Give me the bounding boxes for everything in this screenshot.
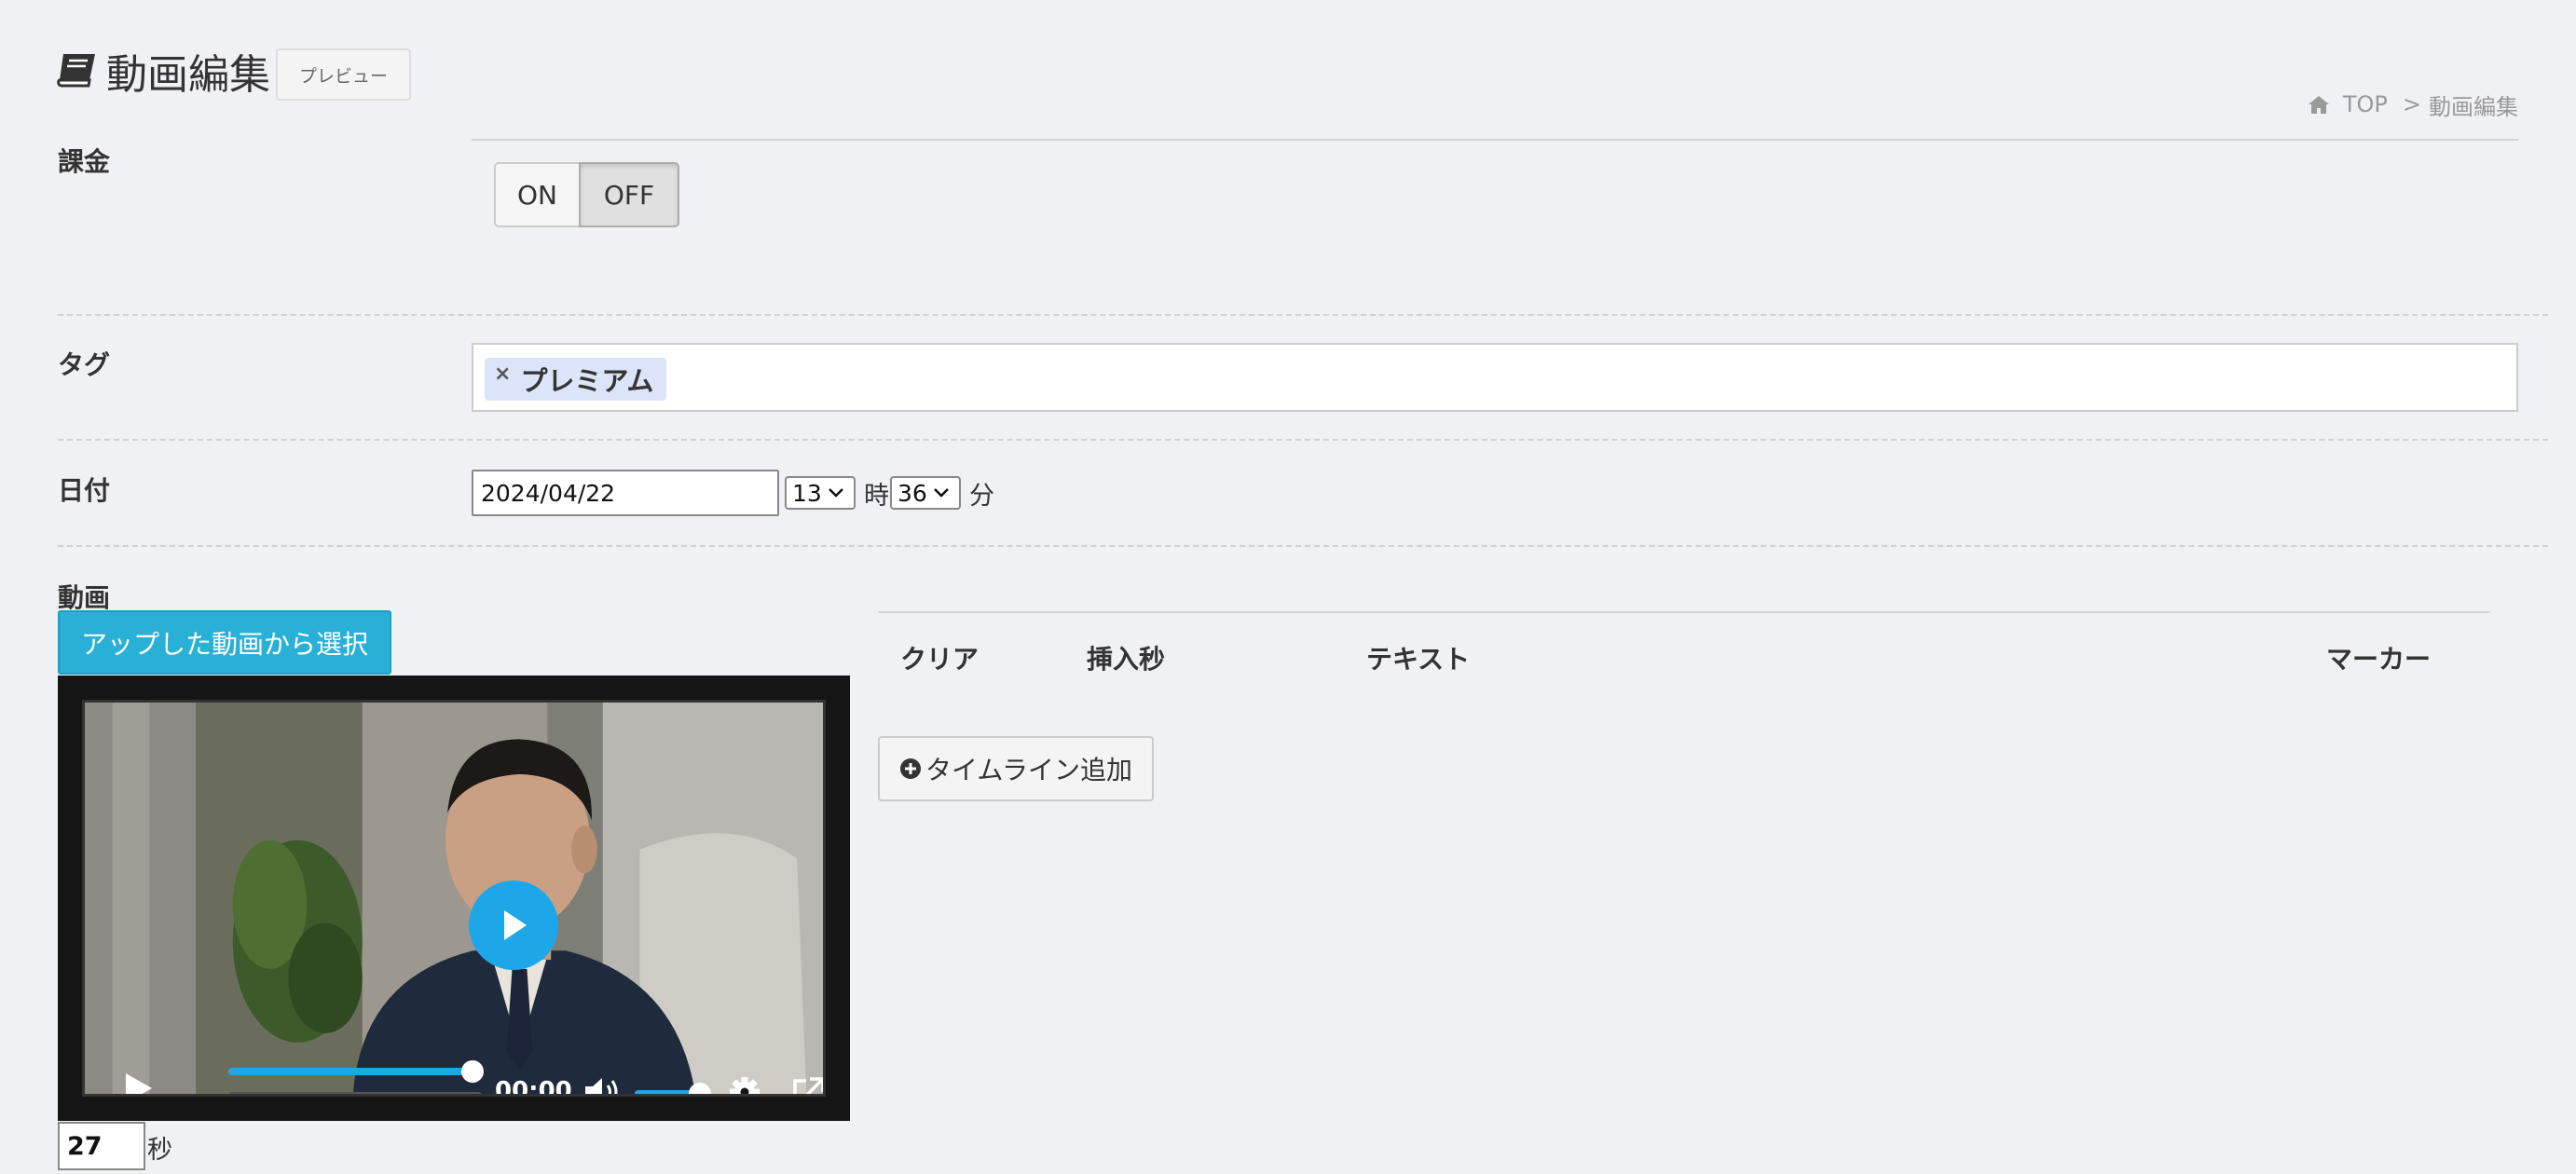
hour-select[interactable]: 13 xyxy=(785,476,856,510)
play-icon xyxy=(504,910,527,940)
home-icon xyxy=(2308,96,2329,114)
date-label: 日付 xyxy=(58,475,111,506)
settings-gear-icon[interactable] xyxy=(726,1075,763,1097)
page-title-text: 動画編集 xyxy=(106,51,270,99)
big-play-button[interactable] xyxy=(469,880,558,970)
tags-label: タグ xyxy=(58,349,111,380)
breadcrumb: TOP > 動画編集 xyxy=(2308,88,2518,121)
buffer-bar xyxy=(228,1068,469,1075)
buffer-knob xyxy=(461,1060,484,1083)
column-header-marker: マーカー xyxy=(2326,644,2432,675)
video-controls: 00:00 xyxy=(109,1057,826,1097)
minute-select-value: 36 xyxy=(897,479,927,507)
column-header-insert-seconds: 挿入秒 xyxy=(1087,644,1166,675)
tag-chip: × プレミアム xyxy=(485,358,667,401)
video-frame[interactable]: 00:00 xyxy=(82,700,826,1097)
row-divider xyxy=(58,314,2548,316)
breadcrumb-current: 動画編集 xyxy=(2429,93,2518,120)
hour-unit: 時 xyxy=(864,482,889,511)
page-title: 動画編集 xyxy=(56,41,270,101)
row-divider xyxy=(58,545,2548,547)
video-thumbnail xyxy=(85,703,823,1094)
play-icon[interactable] xyxy=(122,1070,156,1097)
add-timeline-button[interactable]: タイムライン追加 xyxy=(878,736,1154,801)
chevron-down-icon xyxy=(933,488,949,498)
seconds-input[interactable]: 27 xyxy=(58,1122,145,1170)
tag-input[interactable]: × プレミアム xyxy=(472,343,2518,412)
header-divider xyxy=(472,139,2518,141)
minute-unit: 分 xyxy=(969,482,994,511)
seek-bar[interactable] xyxy=(228,1092,482,1094)
column-header-text: テキスト xyxy=(1366,644,1471,675)
seconds-unit: 秒 xyxy=(147,1136,172,1165)
tag-remove-icon[interactable]: × xyxy=(494,362,511,386)
row-divider xyxy=(58,439,2548,441)
breadcrumb-home-link[interactable]: TOP xyxy=(2343,91,2388,117)
video-player[interactable]: 00:00 xyxy=(58,676,850,1121)
minute-select[interactable]: 36 xyxy=(890,476,961,510)
billing-on-button[interactable]: ON xyxy=(494,162,581,227)
column-header-clear: クリア xyxy=(900,644,980,675)
plus-circle-icon xyxy=(899,758,921,779)
date-input[interactable]: 2024/04/22 xyxy=(472,470,779,516)
timeline-table-top-border xyxy=(878,611,2490,613)
preview-button[interactable]: プレビュー xyxy=(276,48,411,101)
volume-icon[interactable] xyxy=(582,1075,620,1097)
add-timeline-label: タイムライン追加 xyxy=(925,755,1133,785)
chevron-down-icon xyxy=(828,488,843,498)
breadcrumb-separator: > xyxy=(2402,91,2421,117)
tag-chip-label: プレミアム xyxy=(520,365,654,397)
billing-label: 課金 xyxy=(58,146,111,177)
hour-select-value: 13 xyxy=(792,479,822,507)
volume-knob[interactable] xyxy=(689,1083,711,1094)
popout-icon[interactable] xyxy=(789,1075,826,1097)
billing-toggle: ON OFF xyxy=(494,162,679,227)
current-time: 00:00 xyxy=(495,1077,572,1097)
video-label: 動画 xyxy=(58,582,111,613)
book-icon xyxy=(57,54,95,88)
billing-off-button[interactable]: OFF xyxy=(579,162,679,227)
select-uploaded-video-button[interactable]: アップした動画から選択 xyxy=(58,610,391,675)
